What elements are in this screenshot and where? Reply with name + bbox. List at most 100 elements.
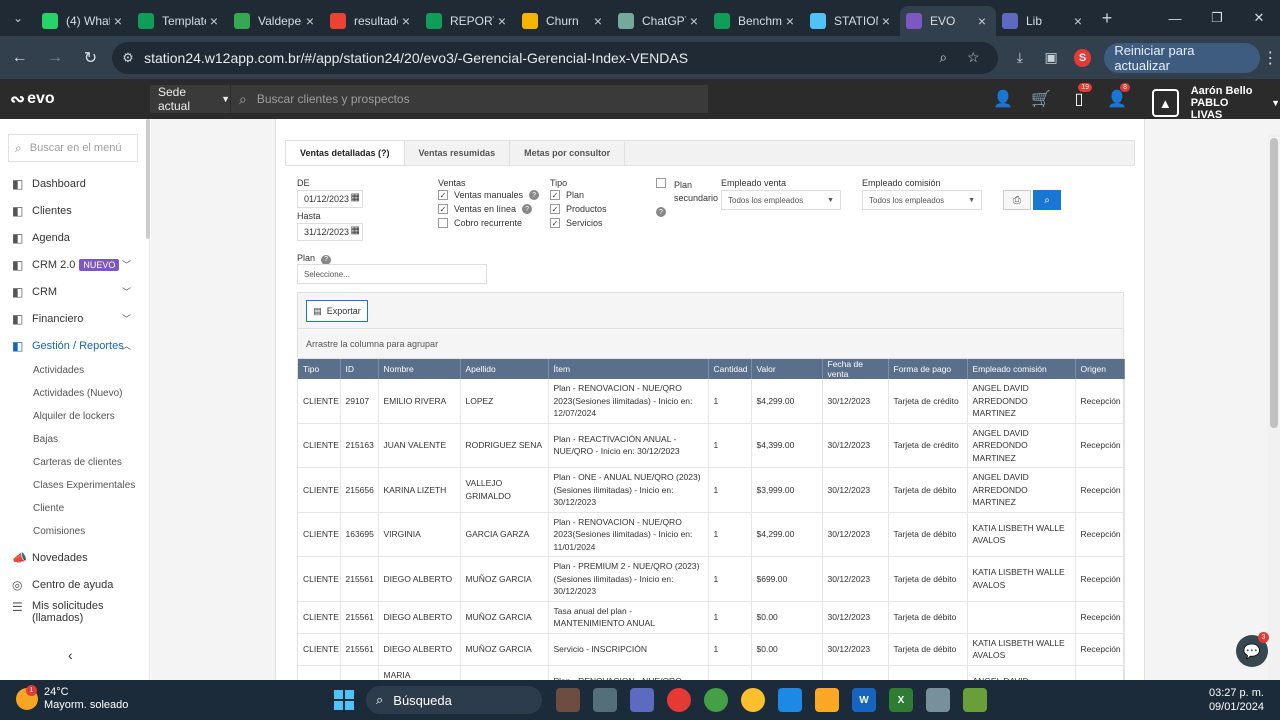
url-input[interactable]: ⚙ station24.w12app.com.br/#/app/station2… bbox=[112, 41, 999, 74]
column-header[interactable]: Fecha de venta bbox=[822, 359, 889, 379]
sidebar-item[interactable]: ☰ Mis solicitudes (llamados) bbox=[0, 598, 150, 630]
filter-checkbox[interactable]: ✓ Servicios bbox=[550, 218, 603, 228]
sidebar-subitem[interactable]: Cliente bbox=[0, 497, 149, 520]
print-button[interactable]: ⎙ bbox=[1003, 190, 1031, 210]
column-header[interactable]: Apellido bbox=[460, 359, 549, 379]
tab-search-icon[interactable]: ⌄ bbox=[0, 0, 36, 36]
tab-report[interactable]: Ventas detalladas (?) bbox=[286, 141, 405, 165]
sidebar-item[interactable]: ◧ Financiero ﹀ bbox=[0, 305, 149, 332]
table-row[interactable]: CLIENTE 215656 KARINA LIZETH VALLEJO GRIMAL… bbox=[298, 467, 1125, 513]
settings-gear-icon[interactable] bbox=[926, 688, 950, 712]
browser-tab[interactable]: Churn × bbox=[516, 6, 612, 36]
teams-icon[interactable] bbox=[630, 688, 654, 712]
column-header[interactable]: Origen bbox=[1075, 359, 1125, 379]
app-icon[interactable] bbox=[963, 688, 987, 712]
browser-tab[interactable]: Valdeperas× bbox=[228, 6, 324, 36]
table-row[interactable]: CLIENTE 215561 DIEGO ALBERTO MUÑOZ GARCIA Se… bbox=[298, 633, 1125, 666]
table-row[interactable]: CLIENTE 29107 EMILIO RIVERA LOPEZ Plan - REN… bbox=[298, 379, 1125, 424]
browser-tab[interactable]: ChatGPT× bbox=[612, 6, 708, 36]
close-tab-icon[interactable]: × bbox=[974, 13, 990, 29]
cart-icon[interactable]: 🛒 bbox=[1022, 89, 1060, 109]
sidebar-subitem[interactable]: Bajas bbox=[0, 428, 149, 451]
browser-tab[interactable]: resultados× bbox=[324, 6, 420, 36]
sidebar-item[interactable]: 📣 Novedades bbox=[0, 544, 150, 571]
new-tab-button[interactable]: + bbox=[1092, 8, 1122, 29]
column-header[interactable]: Ítem bbox=[548, 359, 709, 379]
menu-search-input[interactable]: ⌕ Buscar en el menú bbox=[8, 134, 138, 162]
tab-report[interactable]: Metas por consultor bbox=[510, 141, 626, 165]
bookmark-star-icon[interactable]: ☆ bbox=[958, 49, 988, 66]
close-tab-icon[interactable]: × bbox=[878, 13, 894, 29]
hasta-date-input[interactable]: 31/12/2023 ▦ bbox=[297, 223, 363, 241]
windows-start-icon[interactable] bbox=[334, 690, 354, 710]
plan-select[interactable]: Seleccione... bbox=[297, 264, 487, 284]
chrome-alt-icon[interactable] bbox=[741, 688, 765, 712]
close-tab-icon[interactable]: × bbox=[686, 13, 702, 29]
close-tab-icon[interactable]: × bbox=[302, 13, 318, 29]
sidebar-subitem[interactable]: Comisiones bbox=[0, 520, 149, 543]
system-clock[interactable]: 03:27 p. m. 09/01/2024 bbox=[1209, 686, 1264, 714]
empleado-comision-select[interactable]: Todos los empleados ▼ bbox=[862, 190, 982, 210]
site-info-icon[interactable]: ⚙ bbox=[122, 50, 144, 66]
checkbox-box[interactable]: ✓ bbox=[550, 218, 560, 228]
sidebar-item[interactable]: ◎ Centro de ayuda bbox=[0, 571, 150, 598]
browser-tab[interactable]: Lib × bbox=[996, 6, 1092, 36]
sidebar-scrollbar[interactable] bbox=[146, 119, 150, 239]
sidebar-item[interactable]: ◧ CRM 2.0 NUEVO ﹀ bbox=[0, 251, 149, 278]
close-tab-icon[interactable]: × bbox=[590, 13, 606, 29]
filter-checkbox[interactable]: ✓ Ventas manuales? bbox=[438, 190, 540, 200]
sidebar-item[interactable]: ◧ Agenda bbox=[0, 224, 149, 251]
table-row[interactable]: CLIENTE 215163 JUAN VALENTE RODRIGUEZ SENA P… bbox=[298, 423, 1125, 468]
side-panel-icon[interactable]: ▣ bbox=[1035, 49, 1066, 66]
column-header[interactable]: Valor bbox=[751, 359, 823, 379]
minimize-icon[interactable]: — bbox=[1154, 0, 1196, 36]
filter-checkbox[interactable]: ✓ Ventas en línea? bbox=[438, 204, 533, 214]
forward-icon[interactable]: → bbox=[39, 42, 70, 74]
help-icon[interactable]: ? bbox=[321, 254, 332, 265]
scrollbar-thumb[interactable] bbox=[1270, 138, 1278, 428]
page-scrollbar[interactable] bbox=[1268, 134, 1280, 680]
sidebar-subitem[interactable]: Clases Experimentales bbox=[0, 474, 149, 497]
column-header[interactable]: Tipo bbox=[298, 359, 341, 379]
sidebar-item[interactable]: ◧ Clientes bbox=[0, 197, 149, 224]
browser-tab[interactable]: Template × bbox=[132, 6, 228, 36]
de-date-input[interactable]: 01/12/2023 ▦ bbox=[297, 190, 363, 208]
collapse-sidebar-icon[interactable]: ‹ bbox=[68, 647, 73, 663]
empleado-venta-select[interactable]: Todos los empleados ▼ bbox=[721, 190, 841, 210]
user-alerts-icon[interactable]: 👤 8 bbox=[1098, 83, 1136, 109]
checkbox-box[interactable]: ✓ bbox=[438, 204, 448, 214]
calendar-icon[interactable]: ▦ bbox=[351, 225, 360, 236]
chat-support-button[interactable]: 💬 3 bbox=[1236, 632, 1269, 667]
evo-logo[interactable]: ∾ evo bbox=[0, 89, 150, 110]
table-row[interactable]: MARIA FERNANDA Plan - RENOVACION - NUE/QR… bbox=[298, 665, 1125, 680]
sidebar-item[interactable]: ◧ CRM ﹀ bbox=[0, 278, 149, 305]
sidebar-subitem[interactable]: Alquiler de lockers bbox=[0, 405, 149, 428]
filter-checkbox[interactable]: ✓ Plan bbox=[550, 190, 584, 200]
table-row[interactable]: CLIENTE 215561 DIEGO ALBERTO MUÑOZ GARCIA Pl… bbox=[298, 556, 1125, 602]
sidebar-subitem[interactable]: Actividades bbox=[0, 359, 149, 382]
task-view-icon[interactable] bbox=[593, 688, 617, 712]
filter-checkbox[interactable]: ✓ Productos bbox=[550, 204, 607, 214]
browser-tab[interactable]: STATION× bbox=[804, 6, 900, 36]
user-menu[interactable]: ▲ Aarón Bello PABLO LIVAS ▼ bbox=[1152, 85, 1280, 121]
browser-tab[interactable]: Benchmark× bbox=[708, 6, 804, 36]
extension-icon[interactable]: S bbox=[1073, 48, 1092, 67]
column-header[interactable]: Nombre bbox=[378, 359, 461, 379]
help-icon[interactable]: ? bbox=[529, 190, 540, 200]
add-user-icon[interactable]: 👤 bbox=[984, 89, 1022, 109]
checkbox-box[interactable] bbox=[438, 218, 448, 228]
notifications-icon[interactable]: ▯ 19 bbox=[1060, 83, 1098, 109]
column-header[interactable]: ID bbox=[340, 359, 379, 379]
excel-icon[interactable]: X bbox=[889, 688, 913, 712]
update-button[interactable]: Reiniciar para actualizar bbox=[1104, 42, 1261, 73]
client-search-input[interactable]: ⌕ Buscar clientes y prospectos bbox=[230, 85, 708, 113]
reload-icon[interactable]: ↻ bbox=[75, 42, 106, 74]
table-row[interactable]: CLIENTE 163695 VIRGINIA GARCIA GARZA Plan - … bbox=[298, 512, 1125, 557]
sede-selector[interactable]: Sede actual ▼ bbox=[150, 85, 230, 113]
chrome-profile-icon[interactable] bbox=[704, 688, 728, 712]
close-tab-icon[interactable]: × bbox=[1070, 13, 1086, 29]
help-icon[interactable]: ? bbox=[522, 204, 533, 214]
close-tab-icon[interactable]: × bbox=[110, 13, 126, 29]
filter-checkbox[interactable]: Cobro recurrente bbox=[438, 218, 522, 228]
column-header[interactable]: Cantidad bbox=[708, 359, 752, 379]
